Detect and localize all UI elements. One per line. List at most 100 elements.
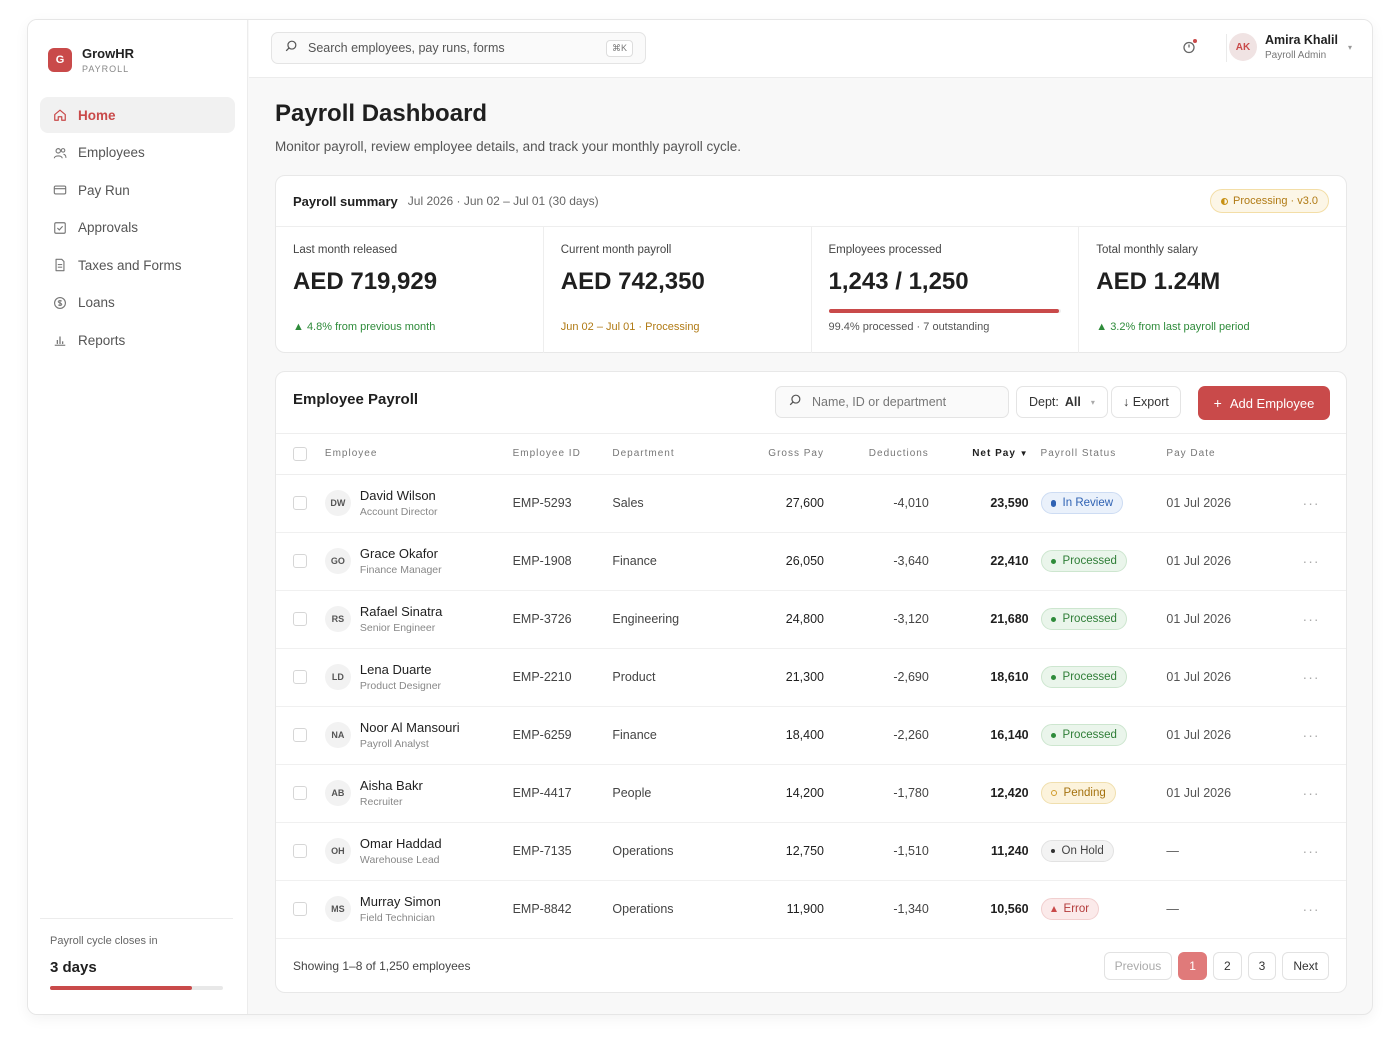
- topbar: Search employees, pay runs, forms ⌘K AK …: [249, 20, 1372, 78]
- processed-progress-bar: [828, 309, 1061, 313]
- sidebar-nav: Home Employees Pay Run Approvals Taxes a…: [40, 97, 235, 360]
- more-actions-icon[interactable]: ···: [1276, 822, 1346, 881]
- more-actions-icon[interactable]: ···: [1276, 590, 1346, 649]
- status-indicator-icon: [1050, 732, 1056, 738]
- stat-last-month: Last month released AED 719,929 ▲ 4.8% f…: [276, 227, 544, 353]
- table-row[interactable]: AB Aisha Bakr Recruiter EMP-4417 People 14,20…: [276, 764, 1346, 823]
- add-employee-button[interactable]: + Add Employee: [1198, 386, 1330, 420]
- pagination-previous[interactable]: Previous: [1103, 952, 1173, 980]
- user-menu[interactable]: AK Amira Khalil Payroll Admin ▾: [1229, 33, 1352, 61]
- pay-date: 01 Jul 2026: [1166, 764, 1277, 823]
- sidebar-item-loans[interactable]: Loans: [40, 285, 235, 321]
- table-row[interactable]: MS Murray Simon Field Technician EMP-8842 Op…: [276, 880, 1346, 939]
- col-deductions[interactable]: Deductions: [823, 434, 929, 475]
- table-row[interactable]: RS Rafael Sinatra Senior Engineer EMP-3726 E…: [276, 590, 1346, 649]
- global-search-input[interactable]: Search employees, pay runs, forms ⌘K: [271, 32, 646, 64]
- employee-id: EMP-7135: [512, 822, 613, 881]
- more-actions-icon[interactable]: ···: [1276, 648, 1346, 707]
- sidebar-item-approvals[interactable]: Approvals: [40, 210, 235, 246]
- sidebar-item-home[interactable]: Home: [40, 97, 235, 133]
- employee-cell[interactable]: LD Lena Duarte Product Designer: [324, 662, 513, 692]
- table-row[interactable]: NA Noor Al Mansouri Payroll Analyst EMP-625…: [276, 706, 1346, 765]
- brand-name: GrowHR: [82, 46, 134, 61]
- col-gross-pay[interactable]: Gross Pay: [732, 434, 824, 475]
- col-pay-date[interactable]: Pay Date: [1166, 434, 1277, 475]
- net-pay: 22,410: [928, 532, 1029, 591]
- notification-button[interactable]: [1180, 38, 1198, 56]
- showing-count: Showing 1–8 of 1,250 employees: [293, 959, 471, 973]
- employee-id: EMP-6259: [512, 706, 613, 765]
- more-actions-icon[interactable]: ···: [1276, 880, 1346, 939]
- sidebar-item-taxes-forms[interactable]: Taxes and Forms: [40, 247, 235, 283]
- gross-pay: 14,200: [732, 764, 824, 823]
- summary-title: Payroll summary: [293, 193, 398, 209]
- employee-cell[interactable]: AB Aisha Bakr Recruiter: [324, 778, 513, 808]
- employee-cell[interactable]: NA Noor Al Mansouri Payroll Analyst: [324, 720, 513, 750]
- sidebar-item-pay-run[interactable]: Pay Run: [40, 172, 235, 208]
- employee-name: David Wilson: [359, 488, 436, 503]
- table-row[interactable]: OH Omar Haddad Warehouse Lead EMP-7135 Opera…: [276, 822, 1346, 881]
- status-label: Processed: [1062, 671, 1117, 683]
- status-label: On Hold: [1061, 845, 1104, 857]
- employee-cell[interactable]: GO Grace Okafor Finance Manager: [324, 546, 513, 576]
- pagination-page-3[interactable]: 3: [1247, 952, 1277, 980]
- col-employee[interactable]: Employee: [324, 434, 513, 475]
- check-square-icon: [52, 220, 68, 236]
- table-row[interactable]: LD Lena Duarte Product Designer EMP-2210 Pro…: [276, 648, 1346, 707]
- row-checkbox[interactable]: [293, 612, 307, 627]
- row-checkbox[interactable]: [293, 670, 307, 685]
- brand-logo: G: [48, 48, 72, 72]
- payroll-table: Employee Employee ID Department Gross Pa…: [276, 434, 1346, 939]
- status-indicator-icon: [1050, 906, 1057, 912]
- col-employee-id[interactable]: Employee ID: [512, 434, 613, 475]
- status-label: Processed: [1062, 613, 1117, 625]
- net-pay: 16,140: [928, 706, 1029, 765]
- stat-label: Employees processed: [828, 244, 942, 256]
- more-actions-icon[interactable]: ···: [1276, 474, 1346, 533]
- col-net-pay[interactable]: Net Pay ▼: [928, 434, 1029, 475]
- row-checkbox[interactable]: [293, 786, 307, 801]
- pagination-page-2[interactable]: 2: [1212, 952, 1242, 980]
- brand-subtitle: PAYROLL: [82, 64, 130, 74]
- card-icon: [52, 182, 68, 198]
- coin-icon: [52, 295, 68, 311]
- table-search-input[interactable]: Name, ID or department: [775, 386, 1009, 418]
- select-all-checkbox[interactable]: [293, 446, 307, 461]
- status-label: Processed: [1062, 555, 1117, 567]
- status-indicator-icon: [1050, 790, 1057, 796]
- employee-cell[interactable]: OH Omar Haddad Warehouse Lead: [324, 836, 513, 866]
- col-payroll-status[interactable]: Payroll Status: [1040, 434, 1167, 475]
- export-button[interactable]: ↓ Export: [1111, 386, 1181, 418]
- row-checkbox[interactable]: [293, 902, 307, 917]
- more-actions-icon[interactable]: ···: [1276, 764, 1346, 823]
- row-checkbox[interactable]: [293, 844, 307, 859]
- department-filter[interactable]: Dept: All ▾: [1016, 386, 1108, 418]
- deductions: -1,340: [823, 880, 929, 939]
- employee-payroll-card: Employee Payroll Name, ID or department …: [275, 371, 1347, 993]
- sidebar-item-employees[interactable]: Employees: [40, 135, 235, 171]
- pagination-next[interactable]: Next: [1282, 952, 1329, 980]
- document-icon: [52, 257, 68, 273]
- employee-cell[interactable]: DW David Wilson Account Director: [324, 488, 513, 518]
- employee-cell[interactable]: MS Murray Simon Field Technician: [324, 894, 513, 924]
- status-badge-label: Processing · v3.0: [1233, 195, 1318, 207]
- table-header-row: Employee Employee ID Department Gross Pa…: [276, 434, 1346, 475]
- stat-label: Total monthly salary: [1096, 244, 1198, 256]
- gross-pay: 18,400: [732, 706, 824, 765]
- brand[interactable]: G GrowHR PAYROLL: [48, 46, 134, 74]
- employee-role: Account Director: [359, 506, 438, 518]
- employee-cell[interactable]: RS Rafael Sinatra Senior Engineer: [324, 604, 513, 634]
- col-department[interactable]: Department: [612, 434, 733, 475]
- row-checkbox[interactable]: [293, 728, 307, 743]
- employee-id: EMP-8842: [512, 880, 613, 939]
- pagination-page-1[interactable]: 1: [1178, 952, 1207, 980]
- table-row[interactable]: DW David Wilson Account Director EMP-5293 Sa…: [276, 474, 1346, 533]
- row-checkbox[interactable]: [293, 496, 307, 511]
- row-checkbox[interactable]: [293, 554, 307, 569]
- sidebar-item-reports[interactable]: Reports: [40, 322, 235, 358]
- more-actions-icon[interactable]: ···: [1276, 706, 1346, 765]
- avatar: GO: [324, 548, 351, 574]
- status-label: Error: [1063, 903, 1090, 915]
- more-actions-icon[interactable]: ···: [1276, 532, 1346, 591]
- table-row[interactable]: GO Grace Okafor Finance Manager EMP-1908 Fin…: [276, 532, 1346, 591]
